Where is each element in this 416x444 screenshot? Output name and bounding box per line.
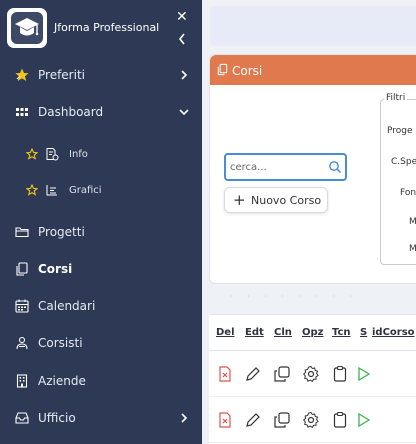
- sidebar-item-progetti[interactable]: Progetti: [0, 217, 202, 247]
- clipboard-icon[interactable]: [331, 411, 349, 429]
- clone-icon[interactable]: [273, 365, 291, 383]
- filters-group: Filtri Proge C.Spe Fon M M: [380, 93, 416, 265]
- delete-file-icon[interactable]: [216, 365, 234, 383]
- brand-logo[interactable]: [7, 8, 47, 48]
- top-bar: [210, 6, 416, 46]
- sidebar-item-preferiti[interactable]: Preferiti: [0, 60, 202, 90]
- sidebar: Jforma Professional ✕ Preferiti Dashboar…: [0, 0, 202, 444]
- plus-icon: +: [233, 191, 246, 209]
- table-row: [209, 351, 416, 397]
- filter-label: C.Spe: [391, 157, 416, 167]
- graduation-cap-icon: [11, 12, 43, 44]
- filter-label: M: [409, 217, 416, 227]
- star-outline-icon: [26, 148, 38, 160]
- column-header-edt[interactable]: Edt: [245, 327, 264, 338]
- sidebar-item-aziende[interactable]: Aziende: [0, 366, 202, 396]
- chevron-right-icon: [181, 70, 188, 80]
- play-icon[interactable]: [355, 365, 373, 383]
- filters-legend: Filtri: [384, 93, 408, 103]
- search-input[interactable]: [230, 159, 320, 175]
- card-header: Corsi: [210, 55, 416, 85]
- gear-icon[interactable]: [302, 411, 320, 429]
- folders-icon: [15, 227, 29, 238]
- sidebar-item-corsi[interactable]: Corsi: [0, 254, 202, 284]
- clone-icon[interactable]: [273, 411, 291, 429]
- sidebar-subitem-info[interactable]: Info: [0, 141, 202, 167]
- new-course-label: Nuovo Corso: [251, 194, 322, 207]
- star-outline-icon: [26, 184, 38, 196]
- sidebar-item-label: Aziende: [38, 374, 86, 388]
- column-header-tcn[interactable]: Tcn: [332, 327, 351, 338]
- clipboard-icon[interactable]: [331, 365, 349, 383]
- search-icon[interactable]: [328, 160, 342, 174]
- column-header-s[interactable]: S: [360, 327, 367, 338]
- sidebar-item-label: Calendari: [38, 299, 96, 313]
- column-header-del[interactable]: Del: [216, 327, 235, 338]
- sidebar-item-label: Preferiti: [38, 68, 85, 82]
- column-header-idcorso[interactable]: idCorso: [372, 327, 415, 338]
- play-icon[interactable]: [355, 411, 373, 429]
- copy-icon: [217, 63, 228, 76]
- sidebar-subitem-label: Info: [69, 148, 88, 160]
- chevron-right-icon: [181, 413, 188, 423]
- sidebar-item-label: Progetti: [38, 225, 85, 239]
- corsi-card: Corsi + Nuovo Corso Filtri Proge C.Spe F…: [209, 54, 416, 284]
- sidebar-item-label: Corsi: [38, 262, 73, 276]
- courses-table: Del Edt Cln Opz Tcn S idCorso: [209, 314, 416, 444]
- sidebar-item-calendari[interactable]: Calendari: [0, 291, 202, 321]
- sidebar-subitem-label: Grafici: [69, 184, 102, 196]
- users-icon: [16, 336, 28, 350]
- column-header-cln[interactable]: Cln: [274, 327, 292, 338]
- building-icon: [16, 374, 28, 388]
- sidebar-item-ufficio[interactable]: Ufficio: [0, 403, 202, 433]
- column-header-opz[interactable]: Opz: [302, 327, 323, 338]
- search-field[interactable]: [224, 153, 347, 181]
- chevron-left-icon[interactable]: [177, 32, 187, 46]
- chevron-down-icon: [179, 109, 189, 116]
- sidebar-item-label: Ufficio: [38, 411, 76, 425]
- calendar-icon: [15, 299, 29, 313]
- copy-icon: [16, 262, 28, 276]
- edit-pencil-icon[interactable]: [244, 365, 262, 383]
- sidebar-subitem-grafici[interactable]: Grafici: [0, 177, 202, 203]
- filter-label: Proge: [387, 126, 413, 136]
- edit-pencil-icon[interactable]: [244, 411, 262, 429]
- bar-chart-icon: [46, 185, 57, 196]
- filter-label: Fon: [400, 188, 416, 198]
- close-sidebar-icon[interactable]: ✕: [176, 10, 188, 24]
- faded-divider: · · · · · · · ·: [230, 292, 359, 301]
- table-row: [209, 397, 416, 443]
- table-header: Del Edt Cln Opz Tcn S idCorso: [209, 315, 416, 351]
- filter-label: M: [409, 244, 416, 254]
- card-title: Corsi: [232, 64, 263, 78]
- inbox-icon: [15, 412, 29, 424]
- brand-name: Jforma Professional: [54, 21, 160, 34]
- grid-icon: [16, 108, 28, 116]
- new-course-button[interactable]: + Nuovo Corso: [224, 187, 328, 213]
- gear-icon[interactable]: [302, 365, 320, 383]
- delete-file-icon[interactable]: [216, 411, 234, 429]
- sidebar-item-dashboard[interactable]: Dashboard: [0, 97, 202, 127]
- sidebar-item-corsisti[interactable]: Corsisti: [0, 328, 202, 358]
- star-icon: [15, 68, 29, 81]
- sidebar-item-label: Dashboard: [38, 105, 104, 119]
- sidebar-item-label: Corsisti: [38, 336, 83, 350]
- info-document-icon: [46, 148, 59, 161]
